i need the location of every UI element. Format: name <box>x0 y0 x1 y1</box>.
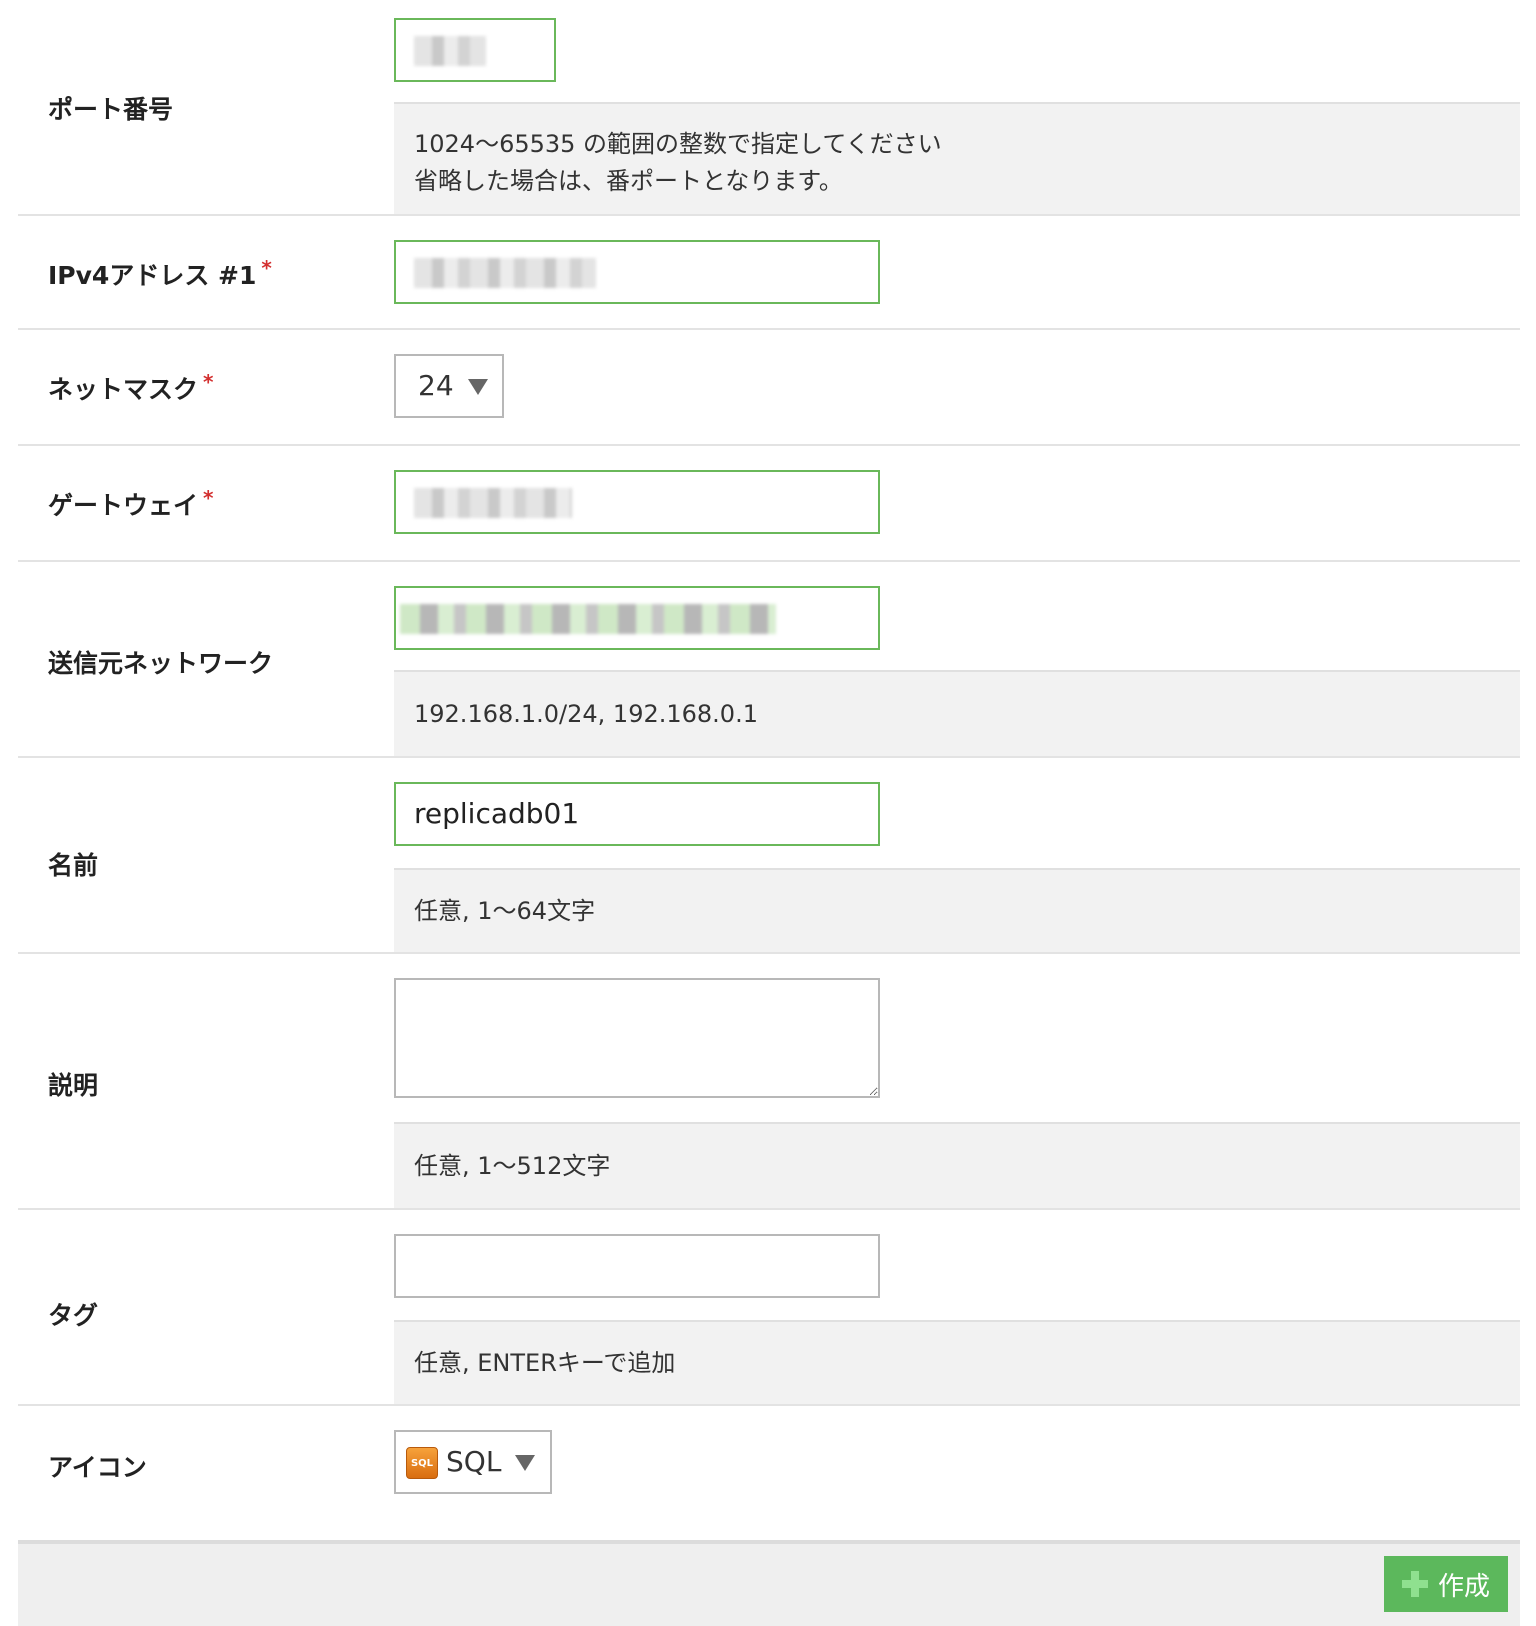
row-icon: アイコン SQL SQL <box>18 1406 1520 1540</box>
required-mark: * <box>203 486 214 510</box>
icon-label: アイコン <box>48 1453 147 1482</box>
name-input-value: replicadb01 <box>414 797 580 830</box>
port-hint: 1024〜65535 の範囲の整数で指定してください 省略した場合は、番ポートと… <box>394 102 1520 214</box>
required-mark: * <box>261 256 272 280</box>
ipv4-label: IPv4アドレス #1 * <box>48 256 272 290</box>
row-port: ポート番号 1024〜65535 の範囲の整数で指定してください 省略した場合は… <box>18 0 1520 216</box>
row-source-network: 送信元ネットワーク 192.168.1.0/24, 192.168.0.1 <box>18 562 1520 758</box>
ipv4-input[interactable] <box>394 240 880 304</box>
gateway-value-redacted <box>414 488 572 518</box>
port-value-redacted <box>414 36 486 66</box>
row-name: 名前 replicadb01 任意, 1〜64文字 <box>18 758 1520 954</box>
tags-input[interactable] <box>394 1234 880 1298</box>
source-network-input[interactable] <box>394 586 880 650</box>
chevron-down-icon <box>515 1455 536 1471</box>
ipv4-value-redacted <box>414 258 596 288</box>
name-hint: 任意, 1〜64文字 <box>394 868 1520 952</box>
icon-selected-value: SQL <box>446 1445 502 1478</box>
name-label: 名前 <box>48 851 99 880</box>
tags-hint: 任意, ENTERキーで追加 <box>394 1320 1520 1404</box>
port-input[interactable] <box>394 18 556 82</box>
row-ipv4: IPv4アドレス #1 * <box>18 216 1520 330</box>
netmask-select[interactable]: 24 <box>394 354 504 418</box>
port-hint-line2: 省略した場合は、番ポートとなります。 <box>414 167 843 195</box>
gateway-input[interactable] <box>394 470 880 534</box>
create-button[interactable]: 作成 <box>1384 1556 1508 1612</box>
form-footer: 作成 <box>18 1540 1520 1626</box>
description-hint: 任意, 1〜512文字 <box>394 1122 1520 1208</box>
row-netmask: ネットマスク * 24 <box>18 330 1520 446</box>
create-button-label: 作成 <box>1437 1571 1490 1602</box>
description-textarea[interactable] <box>394 978 880 1098</box>
source-network-hint: 192.168.1.0/24, 192.168.0.1 <box>394 670 1520 756</box>
port-label: ポート番号 <box>48 95 174 124</box>
port-hint-line1: 1024〜65535 の範囲の整数で指定してください <box>414 130 942 158</box>
chevron-down-icon <box>467 379 488 395</box>
icon-select[interactable]: SQL SQL <box>394 1430 552 1494</box>
required-mark: * <box>203 370 214 394</box>
source-network-value-redacted <box>400 604 776 634</box>
row-gateway: ゲートウェイ * <box>18 446 1520 562</box>
gateway-label: ゲートウェイ * <box>48 486 214 520</box>
name-input[interactable]: replicadb01 <box>394 782 880 846</box>
row-description: 説明 任意, 1〜512文字 <box>18 954 1520 1210</box>
source-network-label: 送信元ネットワーク <box>48 649 274 678</box>
description-label: 説明 <box>48 1071 99 1100</box>
plus-icon <box>1401 1571 1428 1597</box>
netmask-selected-value: 24 <box>418 369 454 402</box>
netmask-label: ネットマスク * <box>48 370 214 404</box>
sql-database-icon: SQL <box>406 1447 438 1479</box>
tags-label: タグ <box>48 1301 99 1330</box>
row-tags: タグ 任意, ENTERキーで追加 <box>18 1210 1520 1406</box>
